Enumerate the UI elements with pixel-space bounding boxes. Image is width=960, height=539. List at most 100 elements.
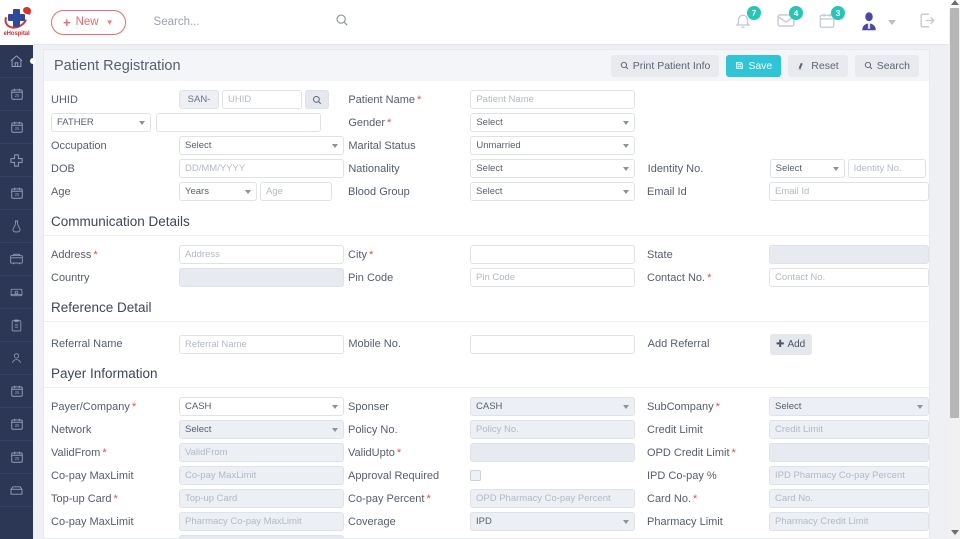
- required-marker: *: [707, 271, 712, 284]
- logout-icon[interactable]: [918, 11, 938, 33]
- marital-status-label: Marital Status: [348, 139, 416, 152]
- dob-input[interactable]: [179, 159, 344, 178]
- user-avatar[interactable]: [860, 11, 878, 33]
- required-marker: *: [387, 116, 392, 129]
- topup-card-label: Top-up Card *: [51, 493, 179, 505]
- add-referral-button[interactable]: ✚ Add: [769, 333, 812, 355]
- ipd-copay-input[interactable]: [769, 466, 929, 485]
- search-button[interactable]: Search: [854, 54, 919, 77]
- mobile-no-input[interactable]: [470, 334, 636, 354]
- global-search[interactable]: [153, 7, 349, 37]
- print-patient-info-button[interactable]: Print Patient Info: [610, 54, 720, 77]
- uhid-input[interactable]: [222, 90, 302, 109]
- avatar-spacer: [648, 111, 929, 134]
- age-unit-select[interactable]: Years: [179, 182, 257, 201]
- search-input[interactable]: [153, 16, 294, 28]
- identity-type-select[interactable]: Select: [769, 159, 845, 178]
- city-input[interactable]: [470, 245, 635, 264]
- email-input[interactable]: [769, 182, 929, 201]
- vertical-scrollbar[interactable]: [949, 0, 960, 539]
- sidebar-item-opd[interactable]: 25: [0, 111, 33, 144]
- pincode-input[interactable]: [470, 268, 635, 287]
- validupto-input[interactable]: [470, 443, 635, 462]
- address-input[interactable]: [179, 245, 344, 264]
- payer-section: Payer/Company * CASH Sponser CASH SubComp…: [44, 388, 929, 538]
- payer-company-select[interactable]: CASH: [179, 397, 344, 416]
- opd-credit-limit-input[interactable]: [769, 443, 929, 462]
- relation-select[interactable]: FATHER: [51, 113, 151, 132]
- ipd-copay-field-group: IPD Co-pay %: [647, 464, 929, 487]
- coverage-select[interactable]: IPD: [470, 512, 635, 531]
- payer-company-label: Payer/Company *: [51, 401, 179, 413]
- pharmacy-limit-input[interactable]: [769, 512, 929, 531]
- opd-credit-limit-label: OPD Credit Limit *: [647, 447, 769, 459]
- copay-maxlimit-field-group: Co-pay MaxLimit: [44, 464, 348, 487]
- scrollbar-thumb[interactable]: [950, 8, 959, 418]
- credit-limit-input[interactable]: [769, 420, 929, 439]
- sidebar-item-schedule[interactable]: 25: [0, 375, 33, 408]
- scroll-up-arrow-icon[interactable]: [951, 0, 959, 5]
- card-no-field-group: Card No. *: [647, 487, 929, 510]
- approval-required-checkbox[interactable]: [470, 470, 481, 481]
- policy-no-input[interactable]: [470, 420, 635, 439]
- app-logo[interactable]: eHospital: [0, 0, 33, 45]
- patient-basic-section: UHID SAN- Patient Name* FATHER: [44, 81, 929, 203]
- sidebar-item-pharmacy[interactable]: [0, 243, 33, 276]
- messages-envelope-icon[interactable]: 4: [776, 6, 803, 33]
- gender-field-group: Gender * Select: [348, 111, 647, 134]
- remark-input[interactable]: [179, 535, 344, 538]
- marital-status-select[interactable]: Unmarried: [470, 136, 636, 155]
- occupation-select[interactable]: Select: [179, 136, 344, 155]
- age-field-group: Age Years: [44, 180, 348, 203]
- form-row: ValidFrom* ValidUpto* OPD Credit Limit*: [44, 441, 929, 464]
- new-button[interactable]: + New ▼: [51, 9, 126, 35]
- bell-badge: 7: [747, 6, 761, 20]
- network-select[interactable]: Select: [179, 420, 344, 439]
- notifications-bell-icon[interactable]: 7: [734, 6, 761, 33]
- gender-select[interactable]: Select: [470, 113, 636, 132]
- nationality-select[interactable]: Select: [470, 159, 636, 178]
- subcompany-select[interactable]: Select: [769, 397, 929, 416]
- patient-name-input[interactable]: [470, 90, 636, 109]
- pharmacy-copay-maxlimit-input[interactable]: [179, 512, 344, 531]
- calendar-icon[interactable]: 3: [818, 6, 845, 33]
- uhid-search-button[interactable]: [305, 90, 329, 109]
- sponser-select[interactable]: CASH: [470, 397, 635, 416]
- sidebar-item-roster[interactable]: 25: [0, 408, 33, 441]
- city-label-text: City: [348, 248, 367, 261]
- search-button-icon: [864, 61, 873, 70]
- svg-text:25: 25: [14, 423, 19, 428]
- sidebar-item-nursing[interactable]: [0, 342, 33, 375]
- sidebar-item-home[interactable]: [0, 45, 33, 78]
- sidebar-item-inventory[interactable]: [0, 474, 33, 507]
- referral-name-input[interactable]: [179, 334, 344, 354]
- city-field-group: City *: [348, 243, 647, 266]
- topup-card-input[interactable]: [179, 489, 344, 508]
- pharmacy-limit-field-group: Pharmacy Limit: [647, 510, 929, 533]
- search-icon[interactable]: [335, 13, 349, 32]
- user-menu-chevron-icon[interactable]: [888, 19, 896, 25]
- sidebar-item-billing[interactable]: [0, 276, 33, 309]
- reset-button[interactable]: Reset: [788, 54, 848, 77]
- scroll-down-arrow-icon[interactable]: [951, 530, 959, 535]
- copay-maxlimit-input[interactable]: [179, 466, 344, 485]
- occupation-field-group: Occupation Select: [44, 134, 348, 157]
- sidebar-item-ipd[interactable]: 25: [0, 177, 33, 210]
- sidebar-item-appointments[interactable]: 25: [0, 78, 33, 111]
- sidebar-item-lab[interactable]: [0, 210, 33, 243]
- sidebar-item-emergency[interactable]: [0, 144, 33, 177]
- card-no-input[interactable]: [769, 489, 929, 508]
- copay-percent-field-group: Co-pay Percent *: [348, 487, 647, 510]
- sidebar-item-planner[interactable]: 25: [0, 441, 33, 474]
- relation-name-input[interactable]: [156, 113, 321, 132]
- validfrom-input[interactable]: [179, 443, 344, 462]
- save-button[interactable]: Save: [726, 54, 782, 77]
- sponser-field-group: Sponser CASH: [348, 395, 647, 418]
- age-input[interactable]: [260, 182, 332, 201]
- contact-no-input[interactable]: [769, 268, 929, 287]
- validfrom-field-group: ValidFrom *: [44, 441, 348, 464]
- copay-percent-input[interactable]: [470, 489, 635, 508]
- blood-group-select[interactable]: Select: [470, 182, 635, 201]
- identity-no-input[interactable]: [847, 159, 926, 178]
- sidebar-item-reports[interactable]: [0, 309, 33, 342]
